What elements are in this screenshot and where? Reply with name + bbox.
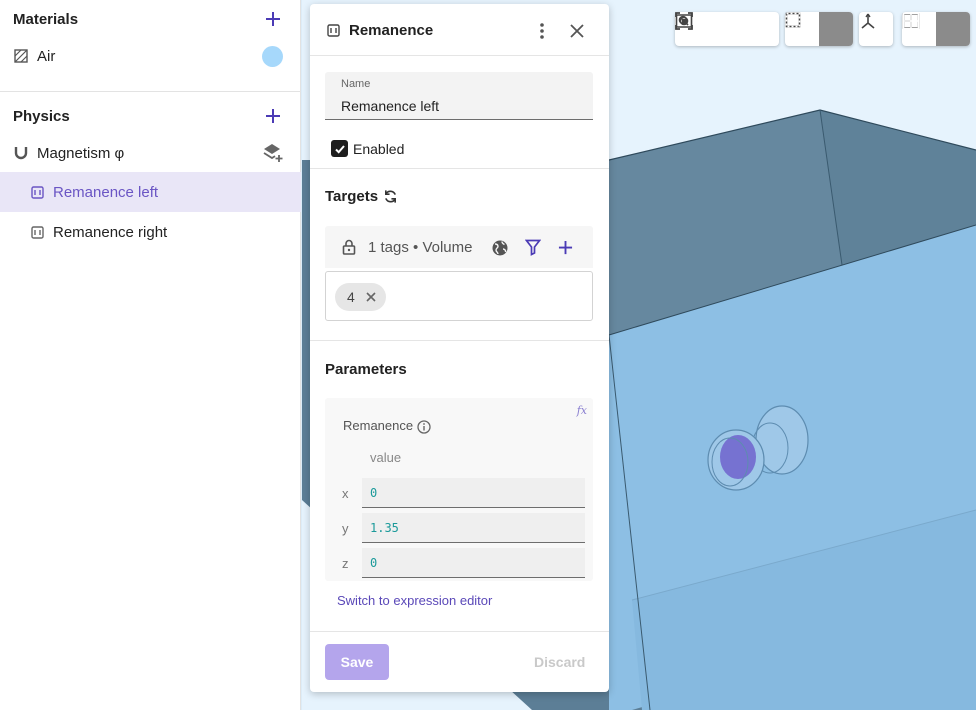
layout-toolbar bbox=[902, 12, 970, 46]
discard-button[interactable]: Discard bbox=[534, 654, 585, 670]
plus-icon bbox=[266, 109, 280, 123]
axes-toolbar bbox=[859, 12, 893, 46]
remove-tag-icon[interactable] bbox=[365, 290, 379, 304]
material-label: Air bbox=[37, 47, 56, 65]
physics-item-magnetism[interactable]: Magnetism φ bbox=[0, 133, 301, 173]
check-icon bbox=[334, 144, 345, 154]
wireframe-view-button[interactable] bbox=[785, 12, 853, 46]
function-icon[interactable]: fx bbox=[577, 404, 587, 417]
globe-icon[interactable] bbox=[491, 239, 509, 262]
enabled-checkbox[interactable] bbox=[331, 140, 348, 157]
switch-to-expression-editor-link[interactable]: Switch to expression editor bbox=[337, 593, 492, 608]
plus-icon bbox=[266, 12, 280, 26]
tag-chip-label: 4 bbox=[347, 289, 355, 305]
materials-title: Materials bbox=[13, 10, 79, 28]
refresh-icon bbox=[385, 190, 396, 203]
condition-icon bbox=[30, 185, 44, 199]
name-field-value[interactable]: Remanence left bbox=[341, 98, 439, 114]
add-material-button[interactable] bbox=[262, 8, 284, 30]
footer-divider bbox=[310, 631, 609, 632]
input-value: 0 bbox=[370, 556, 378, 570]
condition-detail-panel: Remanence Name Remanence left Enabled Ta… bbox=[310, 4, 609, 692]
add-physics-button[interactable] bbox=[262, 105, 284, 127]
model-tree-sidebar: Materials Air Physics Magnetism φ Remane… bbox=[0, 0, 301, 710]
axes-button[interactable] bbox=[859, 12, 893, 46]
name-field[interactable]: Name Remanence left bbox=[325, 72, 593, 120]
panel-title: Remanence bbox=[349, 22, 434, 39]
tag-list[interactable]: 4 bbox=[325, 271, 593, 321]
lock-icon[interactable] bbox=[342, 239, 356, 260]
add-target-button[interactable] bbox=[558, 240, 573, 260]
physics-item-remanence-right[interactable]: Remanence right bbox=[0, 212, 301, 252]
refresh-targets-button[interactable] bbox=[383, 189, 398, 209]
axis-label-z: z bbox=[342, 556, 349, 571]
camera-toolbar bbox=[675, 12, 779, 46]
value-column-header: value bbox=[370, 450, 402, 465]
physics-label: Remanence left bbox=[53, 183, 159, 201]
frame-button[interactable] bbox=[675, 12, 777, 46]
tag-chip[interactable]: 4 bbox=[335, 283, 386, 311]
targets-summary: 1 tags • Volume bbox=[368, 239, 473, 256]
remanence-y-input[interactable]: 1.35 bbox=[362, 513, 585, 543]
render-mode-toolbar bbox=[785, 12, 853, 46]
remanence-label: Remanence bbox=[343, 418, 414, 433]
axis-label-y: y bbox=[342, 521, 349, 536]
close-panel-button[interactable] bbox=[567, 21, 587, 41]
remanence-z-input[interactable]: 0 bbox=[362, 548, 585, 578]
plus-icon bbox=[558, 240, 573, 255]
section-divider bbox=[0, 91, 301, 92]
condition-icon bbox=[30, 225, 44, 239]
material-hatch-icon bbox=[13, 48, 29, 64]
close-icon bbox=[570, 24, 584, 38]
more-options-button[interactable] bbox=[532, 20, 552, 42]
filter-icon[interactable] bbox=[524, 239, 542, 261]
name-field-label: Name bbox=[341, 78, 371, 90]
targets-title: Targets bbox=[325, 188, 379, 205]
magnet-icon bbox=[13, 145, 29, 161]
physics-label: Remanence right bbox=[53, 223, 168, 241]
material-color-swatch[interactable] bbox=[262, 45, 283, 67]
physics-section-header: Physics bbox=[13, 104, 284, 128]
parameters-title: Parameters bbox=[325, 361, 407, 378]
material-item-air[interactable]: Air bbox=[0, 36, 301, 76]
wireframe-view-icon bbox=[785, 12, 801, 28]
section-divider bbox=[310, 168, 609, 169]
physics-item-remanence-left[interactable]: Remanence left bbox=[0, 172, 301, 212]
add-layer-icon[interactable] bbox=[261, 141, 285, 165]
physics-title: Physics bbox=[13, 107, 70, 125]
zoom-fit-button[interactable] bbox=[675, 12, 743, 46]
remanence-x-input[interactable]: 0 bbox=[362, 478, 585, 508]
save-button[interactable]: Save bbox=[325, 644, 389, 680]
more-vertical-icon bbox=[540, 23, 544, 39]
targets-selector: 1 tags • Volume bbox=[325, 226, 593, 268]
grid-layout-icon bbox=[902, 12, 920, 30]
input-value: 0 bbox=[370, 486, 378, 500]
axis-label-x: x bbox=[342, 486, 349, 501]
axes-icon bbox=[861, 13, 875, 29]
frame-icon bbox=[675, 14, 693, 28]
remanence-parameter-card: fx Remanence value x 0 y 1.35 z 0 bbox=[325, 398, 593, 581]
physics-label: Magnetism φ bbox=[37, 144, 125, 162]
materials-section-header: Materials bbox=[13, 7, 284, 31]
section-divider bbox=[310, 340, 609, 341]
enabled-label: Enabled bbox=[353, 141, 405, 157]
input-value: 1.35 bbox=[370, 521, 399, 535]
condition-icon bbox=[327, 24, 340, 42]
info-icon[interactable] bbox=[417, 420, 431, 439]
panel-header: Remanence bbox=[310, 4, 609, 56]
grid-layout-button[interactable] bbox=[902, 12, 970, 46]
